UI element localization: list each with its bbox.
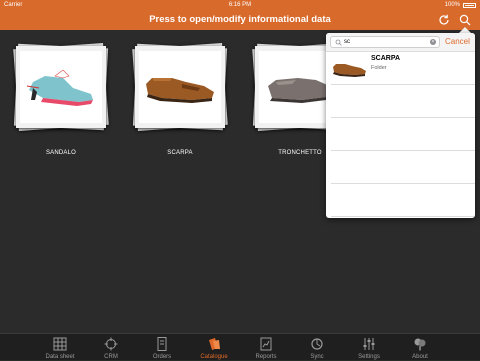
result-title: SCARPA <box>371 55 401 62</box>
catalogue-item-sandalo[interactable]: SANDALO <box>11 42 111 156</box>
settings-icon <box>363 338 375 350</box>
tab-label: Data sheet <box>45 354 75 360</box>
sync-icon <box>311 338 323 350</box>
tab-orders[interactable]: Orders <box>135 334 189 361</box>
catalogue-icon <box>209 338 220 350</box>
tab-label: Settings <box>358 354 380 360</box>
tab-data-sheet[interactable]: Data sheet <box>33 334 87 361</box>
result-subtitle: Folder <box>371 65 387 71</box>
tab-crm[interactable]: CRM <box>84 334 138 361</box>
search-field: × <box>330 36 440 48</box>
battery-icon <box>463 2 476 8</box>
search-result-row[interactable]: SCARPA Folder <box>331 52 475 85</box>
empty-row <box>331 184 475 217</box>
sandal-photo <box>20 51 102 123</box>
clear-search-icon[interactable]: × <box>430 39 436 45</box>
search-button[interactable] <box>458 13 472 27</box>
page-title[interactable]: Press to open/modify informational data <box>0 10 480 30</box>
document-icon <box>157 337 167 351</box>
tab-catalogue[interactable]: Catalogue <box>187 334 241 361</box>
battery-indicator: 100% <box>445 0 476 10</box>
search-input[interactable] <box>344 37 424 47</box>
grid-icon <box>53 337 67 351</box>
loafer-photo <box>139 51 221 123</box>
tab-reports[interactable]: Reports <box>239 334 293 361</box>
tab-bar: Data sheet CRM Orders Catalogue Reports <box>0 333 480 360</box>
status-bar: Carrier 6:16 PM 100% <box>0 0 480 10</box>
report-icon <box>260 337 272 351</box>
empty-row <box>331 151 475 184</box>
tab-sync[interactable]: Sync <box>290 334 344 361</box>
catalogue-item-scarpa[interactable]: SCARPA <box>130 42 230 156</box>
catalogue-item-label: SCARPA <box>167 150 193 156</box>
battery-percent: 100% <box>444 2 460 8</box>
tab-label: Orders <box>152 354 172 360</box>
tab-label: Sync <box>310 354 324 360</box>
loafer-thumbnail <box>333 64 366 77</box>
card-stack <box>132 42 228 132</box>
crosshair-icon <box>104 337 118 351</box>
clock: 6:16 PM <box>228 2 252 8</box>
search-header: × Cancel <box>326 33 475 52</box>
tab-label: About <box>412 354 428 360</box>
tab-about[interactable]: About <box>393 334 447 361</box>
search-icon <box>335 39 342 46</box>
search-icon <box>459 14 471 26</box>
empty-row <box>331 118 475 151</box>
empty-row <box>331 85 475 118</box>
catalogue-item-label: SANDALO <box>45 150 77 156</box>
search-popover: × Cancel SCARPA Folder <box>326 33 475 218</box>
card-stack <box>13 42 109 132</box>
navigation-bar: Press to open/modify informational data <box>0 10 480 30</box>
tab-label: Reports <box>255 354 277 360</box>
refresh-button[interactable] <box>437 13 451 27</box>
about-icon <box>414 338 426 351</box>
refresh-icon <box>439 14 449 25</box>
tab-settings[interactable]: Settings <box>342 334 396 361</box>
tab-label: CRM <box>104 354 118 360</box>
tab-label: Catalogue <box>200 354 228 360</box>
cancel-button[interactable]: Cancel <box>445 33 470 51</box>
